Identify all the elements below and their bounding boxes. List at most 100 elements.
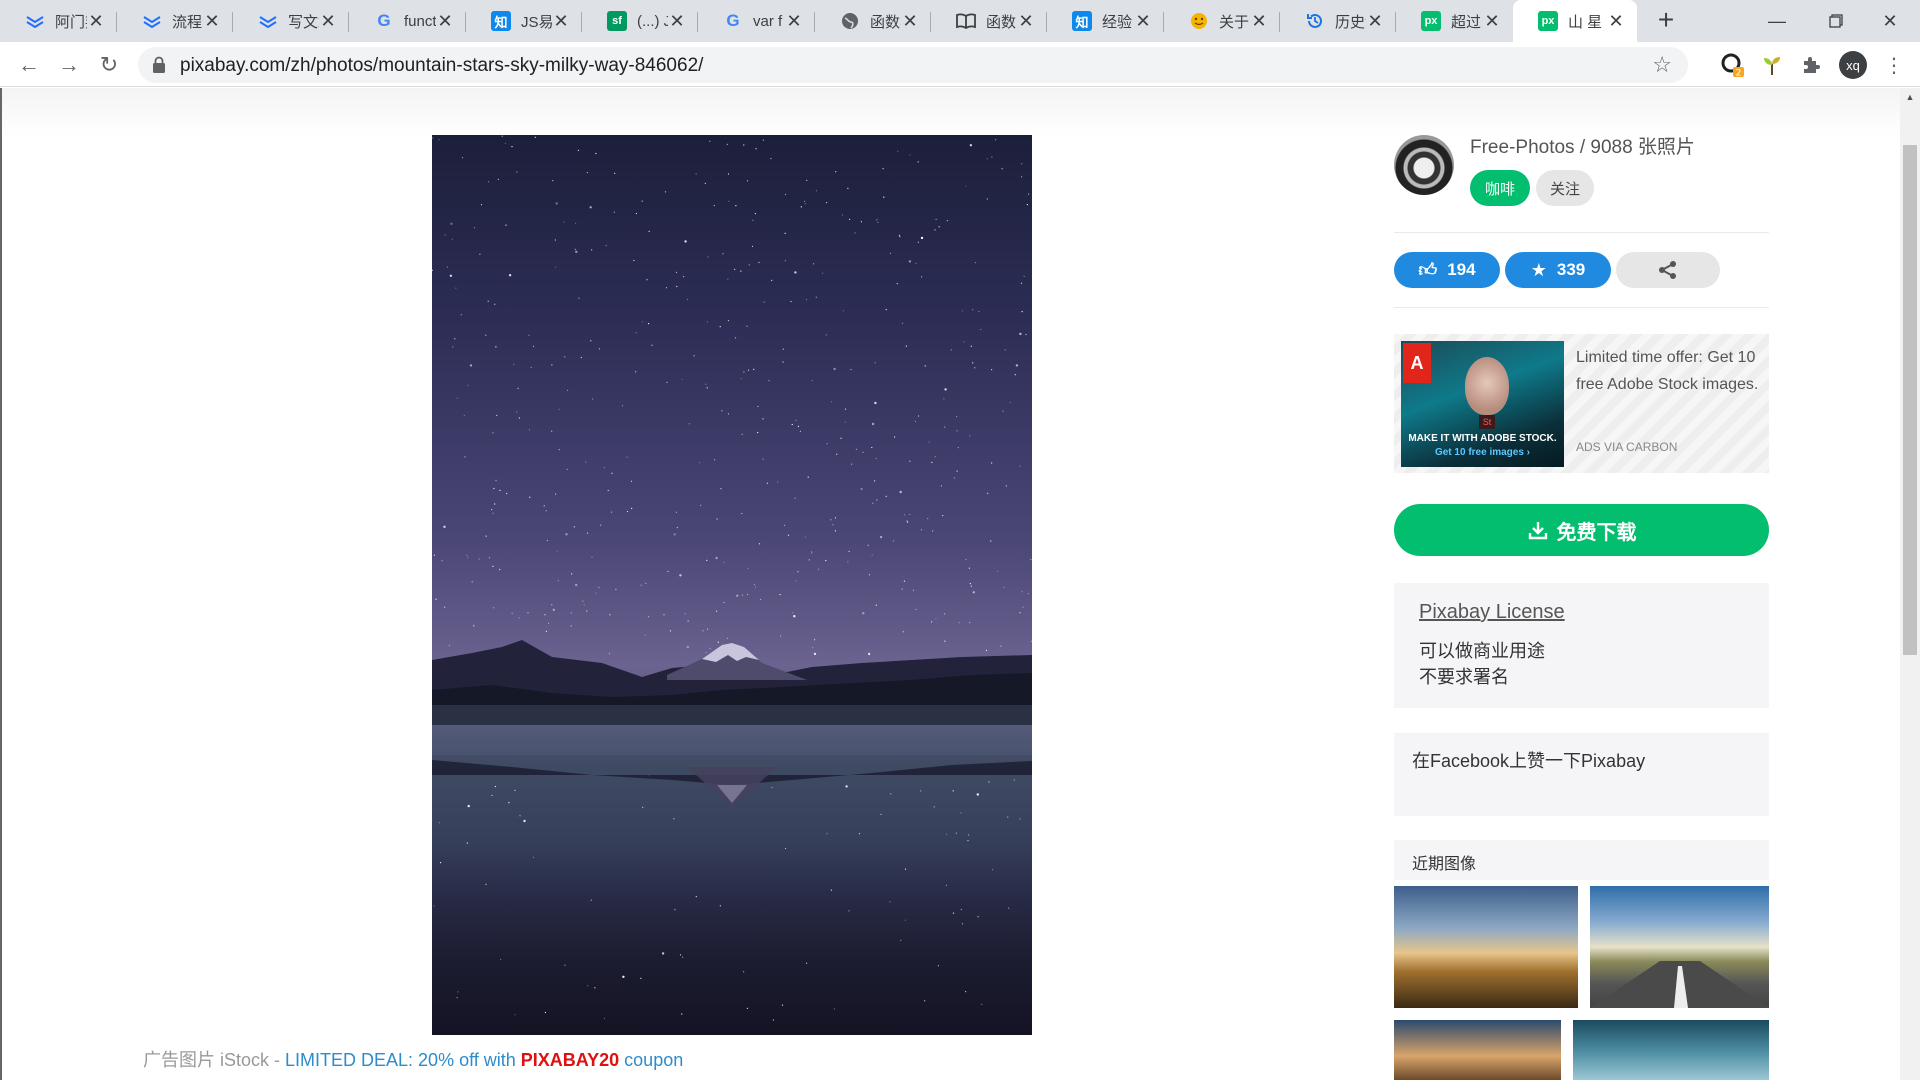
tab-close-icon[interactable]: ✕: [901, 12, 919, 30]
tab-close-icon[interactable]: ✕: [1250, 12, 1268, 30]
like-count: 194: [1447, 260, 1476, 279]
ad-text[interactable]: Limited time offer: Get 10 free Adobe St…: [1576, 344, 1761, 398]
browser-tab[interactable]: 流程图✕: [117, 0, 233, 42]
yuque-icon: [25, 11, 45, 31]
facebook-box: 在Facebook上赞一下Pixabay: [1394, 733, 1769, 816]
facebook-like-text[interactable]: 在Facebook上赞一下Pixabay: [1412, 747, 1645, 773]
extension-badge-icon[interactable]: 2: [1719, 51, 1747, 79]
license-link[interactable]: Pixabay License: [1419, 601, 1565, 624]
zhihu-icon: 知: [1072, 11, 1092, 31]
browser-tab[interactable]: px 山 星 ✕: [1513, 0, 1637, 42]
recent-image-road[interactable]: [1590, 886, 1769, 1008]
recent-image-sunset-sky[interactable]: [1394, 1020, 1561, 1080]
author-avatar[interactable]: [1394, 135, 1454, 195]
promo-suffix[interactable]: coupon: [619, 1050, 683, 1070]
tab-close-icon[interactable]: ✕: [319, 12, 337, 30]
tab-close-icon[interactable]: ✕: [1017, 12, 1035, 30]
license-commercial: 可以做商业用途: [1419, 641, 1545, 661]
tab-close-icon[interactable]: ✕: [203, 12, 221, 30]
tab-title: (...) JS: [637, 12, 668, 30]
browser-tab[interactable]: 阿门邦✕: [0, 0, 117, 42]
scrollbar-thumb[interactable]: [1903, 145, 1917, 655]
forward-button[interactable]: →: [53, 49, 85, 81]
tab-title: 阿门邦: [55, 13, 87, 31]
recent-images-header: 近期图像: [1394, 840, 1769, 880]
divider: [1394, 307, 1769, 308]
coffee-button[interactable]: 咖啡: [1470, 170, 1530, 206]
browser-tab[interactable]: 知 JS易错✕: [466, 0, 582, 42]
scroll-up-arrow[interactable]: ▲: [1903, 92, 1917, 106]
adobe-stock-badge: St: [1479, 415, 1495, 429]
tab-title: JS易错: [521, 13, 552, 31]
forward-arrow-icon: →: [58, 52, 80, 77]
thumbs-up-icon: 👍︎: [1418, 260, 1438, 280]
ad-image[interactable]: A St MAKE IT WITH ADOBE STOCK. Get 10 fr…: [1401, 341, 1564, 467]
back-button[interactable]: ←: [13, 49, 45, 81]
pixabay-icon: px: [1421, 11, 1441, 31]
tab-title: 写文章: [288, 13, 319, 31]
pixabay-icon: px: [1538, 11, 1558, 31]
close-window-button[interactable]: ✕: [1860, 0, 1920, 42]
favorite-count: 339: [1556, 260, 1586, 279]
reload-icon: ↻: [99, 52, 119, 77]
tab-close-icon[interactable]: ✕: [1134, 12, 1152, 30]
favorite-button[interactable]: ★ 339: [1505, 252, 1611, 288]
window-edge: [0, 88, 2, 1080]
browser-tab[interactable]: 知经验 ✕: [1047, 0, 1164, 42]
browser-tab[interactable]: Gvar f ✕: [698, 0, 815, 42]
browser-tab[interactable]: 函数表✕: [815, 0, 931, 42]
bookmark-star-icon[interactable]: ☆: [1652, 52, 1672, 78]
tab-title: 关于: [1219, 13, 1250, 31]
star-icon: ★: [1530, 259, 1547, 280]
ad-via-carbon[interactable]: ADS VIA CARBON: [1576, 440, 1677, 454]
promo-code[interactable]: PIXABAY20: [521, 1050, 619, 1070]
tab-title: var f: [753, 12, 783, 30]
main-photo[interactable]: [432, 135, 1032, 1035]
tab-close-icon[interactable]: ✕: [785, 12, 803, 30]
tab-close-icon[interactable]: ✕: [87, 12, 105, 30]
sprout-extension-icon[interactable]: [1758, 51, 1786, 79]
tab-title: 流程图: [172, 13, 203, 31]
download-icon: [1528, 522, 1547, 540]
recent-image-ocean-sky[interactable]: [1573, 1020, 1769, 1080]
menu-kebab-icon[interactable]: ⋮: [1880, 51, 1908, 79]
tab-close-icon[interactable]: ✕: [1607, 12, 1625, 30]
promo-deal[interactable]: LIMITED DEAL: 20% off with: [285, 1050, 521, 1070]
new-tab-button[interactable]: +: [1651, 6, 1681, 36]
divider: [1394, 232, 1769, 233]
profile-avatar[interactable]: xq: [1839, 51, 1867, 79]
tab-close-icon[interactable]: ✕: [1366, 12, 1384, 30]
browser-tab[interactable]: px 超过 ✕: [1396, 0, 1513, 42]
browser-tab[interactable]: 写文章✕: [233, 0, 349, 42]
like-button[interactable]: 👍︎ 194: [1394, 252, 1500, 288]
browser-tab[interactable]: 历史记✕: [1280, 0, 1396, 42]
lock-icon: [153, 56, 165, 73]
address-bar[interactable]: pixabay.com/zh/photos/mountain-stars-sky…: [138, 47, 1688, 83]
tab-title: 超过: [1451, 13, 1482, 31]
tab-strip: 阿门邦✕流程图✕写文章✕Gfunction✕知JS易错✕sf(...) JS✕G…: [0, 0, 1920, 42]
reload-button[interactable]: ↻: [93, 49, 125, 81]
tab-close-icon[interactable]: ✕: [668, 12, 686, 30]
recent-image-sunrise-clouds[interactable]: [1394, 886, 1578, 1008]
yuque-icon: [258, 11, 278, 31]
tab-title: 历史记: [1335, 13, 1366, 31]
google-icon: G: [377, 11, 391, 30]
free-download-button[interactable]: 免费下载: [1394, 504, 1769, 556]
istock-promo[interactable]: 广告图片 iStock - LIMITED DEAL: 20% off with…: [143, 1046, 683, 1072]
tab-close-icon[interactable]: ✕: [552, 12, 570, 30]
book-icon: [956, 11, 976, 31]
minimize-button[interactable]: —: [1747, 0, 1807, 42]
browser-tab[interactable]: 关于 ✕: [1164, 0, 1280, 42]
author-name[interactable]: Free-Photos / 9088 张照片: [1470, 132, 1695, 159]
browser-tab[interactable]: 函数的✕: [931, 0, 1047, 42]
tab-close-icon[interactable]: ✕: [1483, 12, 1501, 30]
maximize-button[interactable]: [1806, 0, 1866, 42]
browser-tab[interactable]: Gfunction✕: [349, 0, 466, 42]
share-button[interactable]: [1616, 252, 1720, 288]
follow-button[interactable]: 关注: [1536, 170, 1594, 206]
ad-image-cta: Get 10 free images ›: [1434, 447, 1531, 458]
extensions-puzzle-icon[interactable]: [1798, 51, 1826, 79]
tab-close-icon[interactable]: ✕: [436, 12, 454, 30]
browser-tab[interactable]: sf (...) JS✕: [582, 0, 698, 42]
svg-text:2: 2: [1736, 69, 1742, 79]
